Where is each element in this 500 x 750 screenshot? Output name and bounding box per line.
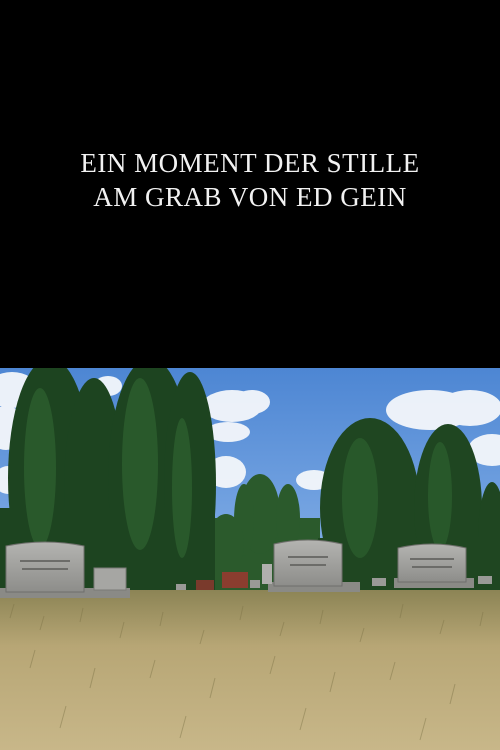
grass-field <box>0 590 500 750</box>
movie-poster: EIN MOMENT DER STILLE AM GRAB VON ED GEI… <box>0 0 500 750</box>
title-panel: EIN MOMENT DER STILLE AM GRAB VON ED GEI… <box>0 0 500 368</box>
headstone-right <box>394 543 474 588</box>
title-line-1: EIN MOMENT DER STILLE <box>80 148 420 178</box>
title-line-2: AM GRAB VON ED GEIN <box>93 182 407 212</box>
poster-title: EIN MOMENT DER STILLE AM GRAB VON ED GEI… <box>0 146 500 214</box>
cemetery-photo <box>0 368 500 750</box>
